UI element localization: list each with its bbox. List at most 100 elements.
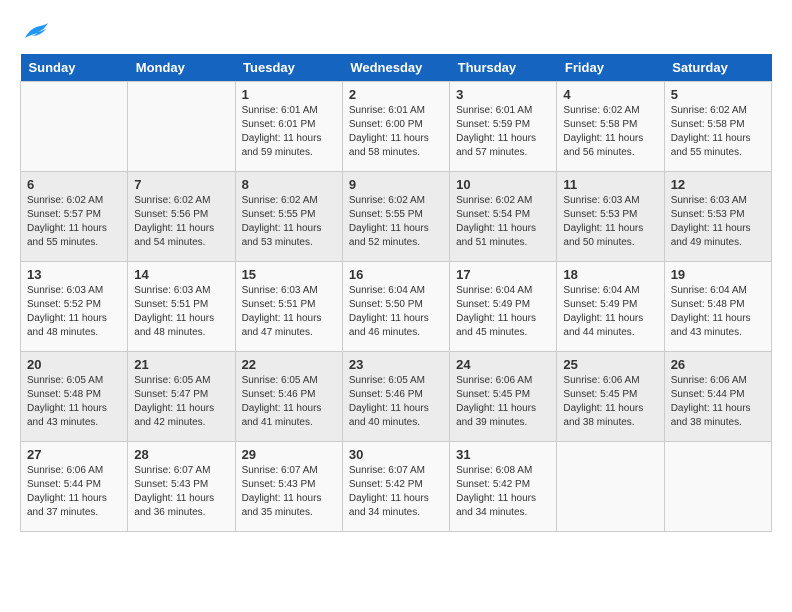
calendar-cell: 26Sunrise: 6:06 AM Sunset: 5:44 PM Dayli… [664, 352, 771, 442]
day-number: 13 [27, 267, 121, 282]
calendar-table: SundayMondayTuesdayWednesdayThursdayFrid… [20, 54, 772, 532]
day-number: 17 [456, 267, 550, 282]
day-info: Sunrise: 6:06 AM Sunset: 5:45 PM Dayligh… [563, 374, 657, 430]
calendar-cell: 29 Sunrise: 6:07 AM Sunset: 5:43 PM Dayli… [235, 442, 342, 532]
calendar-week-row: 1 Sunrise: 6:01 AM Sunset: 6:01 PM Daylig… [21, 82, 772, 172]
calendar-header: SundayMondayTuesdayWednesdayThursdayFrid… [21, 54, 772, 82]
day-info: Sunrise: 6:08 AM Sunset: 5:42 PM Dayligh… [456, 464, 550, 520]
day-number: 29 [242, 447, 336, 462]
day-number: 18 [563, 267, 657, 282]
calendar-cell: 6Sunrise: 6:02 AM Sunset: 5:57 PM Daylig… [21, 172, 128, 262]
calendar-cell: 21 Sunrise: 6:05 AM Sunset: 5:47 PM Dayli… [128, 352, 235, 442]
calendar-cell: 17 Sunrise: 6:04 AM Sunset: 5:49 PM Dayli… [450, 262, 557, 352]
calendar-cell: 28 Sunrise: 6:07 AM Sunset: 5:43 PM Dayli… [128, 442, 235, 532]
calendar-week-row: 27 Sunrise: 6:06 AM Sunset: 5:44 PM Dayli… [21, 442, 772, 532]
day-number: 5 [671, 87, 765, 102]
calendar-cell: 15Sunrise: 6:03 AM Sunset: 5:51 PM Dayli… [235, 262, 342, 352]
day-number: 1 [242, 87, 336, 102]
calendar-cell: 20 Sunrise: 6:05 AM Sunset: 5:48 PM Dayli… [21, 352, 128, 442]
day-number: 19 [671, 267, 765, 282]
day-number: 7 [134, 177, 228, 192]
day-info: Sunrise: 6:02 AM Sunset: 5:54 PM Dayligh… [456, 194, 550, 250]
day-number: 14 [134, 267, 228, 282]
calendar-cell: 11 Sunrise: 6:03 AM Sunset: 5:53 PM Dayli… [557, 172, 664, 262]
day-number: 24 [456, 357, 550, 372]
calendar-cell: 5Sunrise: 6:02 AM Sunset: 5:58 PM Daylig… [664, 82, 771, 172]
calendar-week-row: 20 Sunrise: 6:05 AM Sunset: 5:48 PM Dayli… [21, 352, 772, 442]
day-number: 11 [563, 177, 657, 192]
day-number: 30 [349, 447, 443, 462]
day-number: 21 [134, 357, 228, 372]
day-number: 12 [671, 177, 765, 192]
day-number: 3 [456, 87, 550, 102]
day-number: 31 [456, 447, 550, 462]
calendar-cell: 13 Sunrise: 6:03 AM Sunset: 5:52 PM Dayli… [21, 262, 128, 352]
calendar-cell [128, 82, 235, 172]
day-info: Sunrise: 6:04 AM Sunset: 5:49 PM Dayligh… [456, 284, 550, 340]
day-number: 22 [242, 357, 336, 372]
day-info: Sunrise: 6:03 AM Sunset: 5:53 PM Dayligh… [671, 194, 765, 250]
day-info: Sunrise: 6:07 AM Sunset: 5:42 PM Dayligh… [349, 464, 443, 520]
day-info: Sunrise: 6:05 AM Sunset: 5:48 PM Dayligh… [27, 374, 121, 430]
day-info: Sunrise: 6:06 AM Sunset: 5:44 PM Dayligh… [27, 464, 121, 520]
calendar-cell: 25 Sunrise: 6:06 AM Sunset: 5:45 PM Dayli… [557, 352, 664, 442]
calendar-cell: 10 Sunrise: 6:02 AM Sunset: 5:54 PM Dayli… [450, 172, 557, 262]
weekday-header: Thursday [450, 54, 557, 82]
calendar-cell: 22Sunrise: 6:05 AM Sunset: 5:46 PM Dayli… [235, 352, 342, 442]
weekday-header: Saturday [664, 54, 771, 82]
calendar-cell: 8Sunrise: 6:02 AM Sunset: 5:55 PM Daylig… [235, 172, 342, 262]
day-info: Sunrise: 6:04 AM Sunset: 5:48 PM Dayligh… [671, 284, 765, 340]
day-number: 25 [563, 357, 657, 372]
day-number: 4 [563, 87, 657, 102]
day-info: Sunrise: 6:07 AM Sunset: 5:43 PM Dayligh… [242, 464, 336, 520]
calendar-cell [21, 82, 128, 172]
calendar-cell: 27 Sunrise: 6:06 AM Sunset: 5:44 PM Dayli… [21, 442, 128, 532]
day-number: 20 [27, 357, 121, 372]
day-number: 6 [27, 177, 121, 192]
weekday-header: Wednesday [342, 54, 449, 82]
day-info: Sunrise: 6:05 AM Sunset: 5:46 PM Dayligh… [349, 374, 443, 430]
calendar-cell: 7Sunrise: 6:02 AM Sunset: 5:56 PM Daylig… [128, 172, 235, 262]
day-info: Sunrise: 6:03 AM Sunset: 5:51 PM Dayligh… [134, 284, 228, 340]
day-info: Sunrise: 6:01 AM Sunset: 6:01 PM Dayligh… [242, 104, 336, 160]
day-number: 15 [242, 267, 336, 282]
calendar-cell: 12 Sunrise: 6:03 AM Sunset: 5:53 PM Dayli… [664, 172, 771, 262]
day-info: Sunrise: 6:02 AM Sunset: 5:58 PM Dayligh… [563, 104, 657, 160]
calendar-cell: 4 Sunrise: 6:02 AM Sunset: 5:58 PM Daylig… [557, 82, 664, 172]
calendar-body: 1 Sunrise: 6:01 AM Sunset: 6:01 PM Daylig… [21, 82, 772, 532]
day-info: Sunrise: 6:06 AM Sunset: 5:45 PM Dayligh… [456, 374, 550, 430]
day-info: Sunrise: 6:05 AM Sunset: 5:47 PM Dayligh… [134, 374, 228, 430]
day-info: Sunrise: 6:01 AM Sunset: 6:00 PM Dayligh… [349, 104, 443, 160]
calendar-cell: 19 Sunrise: 6:04 AM Sunset: 5:48 PM Dayli… [664, 262, 771, 352]
day-info: Sunrise: 6:02 AM Sunset: 5:55 PM Dayligh… [242, 194, 336, 250]
weekday-header: Monday [128, 54, 235, 82]
weekday-header: Tuesday [235, 54, 342, 82]
weekday-header: Friday [557, 54, 664, 82]
calendar-cell: 30 Sunrise: 6:07 AM Sunset: 5:42 PM Dayli… [342, 442, 449, 532]
day-number: 10 [456, 177, 550, 192]
calendar-cell: 24 Sunrise: 6:06 AM Sunset: 5:45 PM Dayli… [450, 352, 557, 442]
day-number: 23 [349, 357, 443, 372]
logo [20, 20, 54, 44]
calendar-cell [664, 442, 771, 532]
calendar-cell: 18 Sunrise: 6:04 AM Sunset: 5:49 PM Dayli… [557, 262, 664, 352]
calendar-week-row: 6Sunrise: 6:02 AM Sunset: 5:57 PM Daylig… [21, 172, 772, 262]
day-info: Sunrise: 6:03 AM Sunset: 5:53 PM Dayligh… [563, 194, 657, 250]
calendar-week-row: 13 Sunrise: 6:03 AM Sunset: 5:52 PM Dayli… [21, 262, 772, 352]
day-info: Sunrise: 6:04 AM Sunset: 5:49 PM Dayligh… [563, 284, 657, 340]
day-number: 9 [349, 177, 443, 192]
logo-icon [20, 20, 50, 44]
day-number: 28 [134, 447, 228, 462]
day-number: 27 [27, 447, 121, 462]
weekday-row: SundayMondayTuesdayWednesdayThursdayFrid… [21, 54, 772, 82]
day-info: Sunrise: 6:03 AM Sunset: 5:52 PM Dayligh… [27, 284, 121, 340]
weekday-header: Sunday [21, 54, 128, 82]
day-info: Sunrise: 6:01 AM Sunset: 5:59 PM Dayligh… [456, 104, 550, 160]
calendar-cell: 3 Sunrise: 6:01 AM Sunset: 5:59 PM Daylig… [450, 82, 557, 172]
calendar-cell: 16Sunrise: 6:04 AM Sunset: 5:50 PM Dayli… [342, 262, 449, 352]
day-number: 26 [671, 357, 765, 372]
page-header [20, 20, 772, 44]
day-info: Sunrise: 6:07 AM Sunset: 5:43 PM Dayligh… [134, 464, 228, 520]
day-number: 16 [349, 267, 443, 282]
calendar-cell: 14 Sunrise: 6:03 AM Sunset: 5:51 PM Dayli… [128, 262, 235, 352]
